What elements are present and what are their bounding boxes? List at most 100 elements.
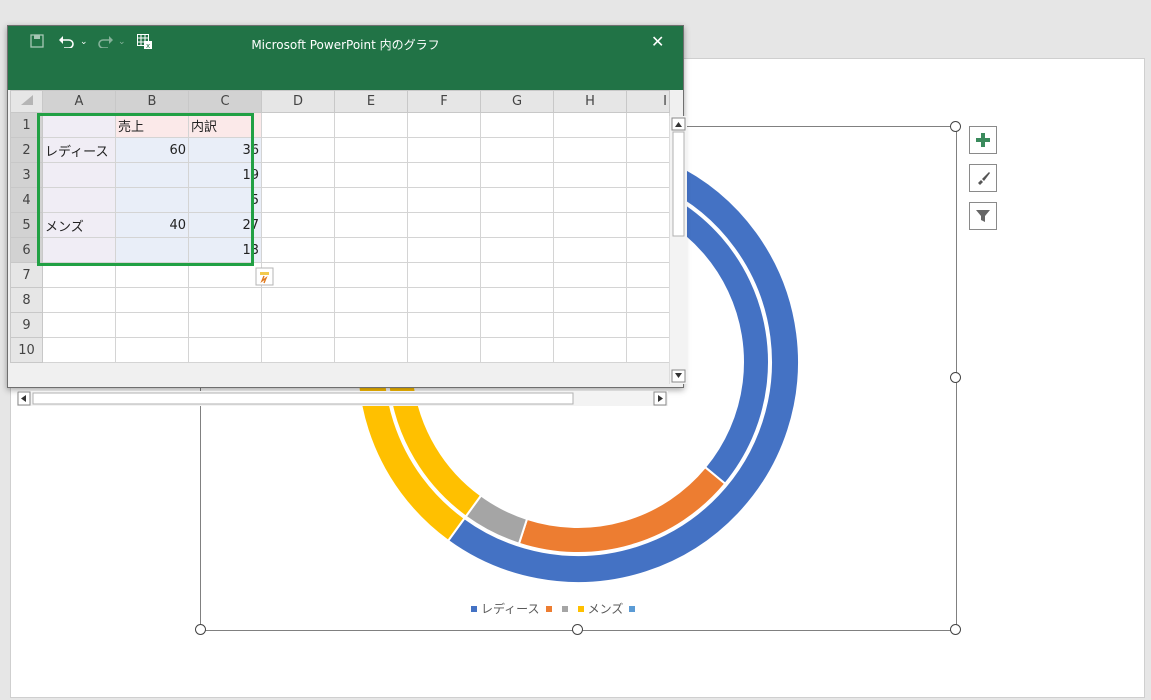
legend-entry[interactable]: レディース: [471, 600, 540, 617]
cell[interactable]: [42, 312, 116, 338]
cell-b6[interactable]: [115, 237, 189, 263]
cell-b3[interactable]: [115, 162, 189, 188]
column-header-h[interactable]: H: [553, 90, 627, 113]
cell[interactable]: [553, 112, 627, 138]
cell[interactable]: [480, 212, 554, 238]
row-header[interactable]: 7: [10, 262, 43, 288]
cell[interactable]: [261, 212, 335, 238]
column-header-a[interactable]: A: [42, 90, 116, 113]
cell[interactable]: [626, 162, 670, 188]
cell[interactable]: [480, 162, 554, 188]
cell[interactable]: [407, 237, 481, 263]
chart-filters-button[interactable]: [969, 202, 997, 230]
cell[interactable]: [334, 212, 408, 238]
row-header[interactable]: 10: [10, 337, 43, 363]
cell-c5[interactable]: 27: [188, 212, 262, 238]
column-header-b[interactable]: B: [115, 90, 189, 113]
cell-a2[interactable]: レディース: [42, 137, 116, 163]
cell[interactable]: [407, 137, 481, 163]
cell[interactable]: [553, 162, 627, 188]
cell[interactable]: [480, 337, 554, 363]
cell[interactable]: [334, 237, 408, 263]
cell-c4[interactable]: 5: [188, 187, 262, 213]
cell-c6[interactable]: 13: [188, 237, 262, 263]
cell[interactable]: [334, 262, 408, 288]
row-header[interactable]: 9: [10, 312, 43, 338]
cell-a4[interactable]: [42, 187, 116, 213]
cell[interactable]: [407, 262, 481, 288]
spreadsheet-grid[interactable]: A B C D E F G H I 1 売上 内訳 2 レディース 60 36 …: [10, 90, 670, 363]
cell-a6[interactable]: [42, 237, 116, 263]
cell[interactable]: [626, 287, 670, 313]
cell[interactable]: [42, 262, 116, 288]
cell[interactable]: [626, 212, 670, 238]
cell[interactable]: [115, 287, 189, 313]
cell[interactable]: [42, 337, 116, 363]
cell[interactable]: [480, 287, 554, 313]
vertical-scrollbar[interactable]: [669, 116, 687, 384]
cell[interactable]: [626, 137, 670, 163]
row-header[interactable]: 2: [10, 137, 43, 163]
cell[interactable]: [407, 287, 481, 313]
row-header[interactable]: 5: [10, 212, 43, 238]
cell[interactable]: [480, 112, 554, 138]
cell-a3[interactable]: [42, 162, 116, 188]
row-header[interactable]: 3: [10, 162, 43, 188]
cell[interactable]: [626, 337, 670, 363]
cell[interactable]: [261, 237, 335, 263]
cell[interactable]: [334, 287, 408, 313]
cell[interactable]: [334, 162, 408, 188]
cell-a5[interactable]: メンズ: [42, 212, 116, 238]
cell-b2[interactable]: 60: [115, 137, 189, 163]
cell[interactable]: [407, 162, 481, 188]
chart-legend[interactable]: レディース メンズ: [471, 600, 639, 617]
resize-handle-right[interactable]: [950, 372, 961, 383]
cell[interactable]: [626, 112, 670, 138]
cell[interactable]: [480, 187, 554, 213]
cell[interactable]: [553, 237, 627, 263]
row-header[interactable]: 4: [10, 187, 43, 213]
cell-b1[interactable]: 売上: [115, 112, 189, 138]
cell[interactable]: [407, 112, 481, 138]
cell[interactable]: [407, 312, 481, 338]
cell[interactable]: [334, 187, 408, 213]
cell[interactable]: [115, 262, 189, 288]
cell-b4[interactable]: [115, 187, 189, 213]
cell[interactable]: [553, 262, 627, 288]
close-icon[interactable]: ✕: [651, 34, 664, 50]
title-bar[interactable]: ⌄ ⌄ x Microsoft PowerPoint 内のグラフ ✕: [8, 26, 683, 90]
cell[interactable]: [188, 337, 262, 363]
cell[interactable]: [188, 262, 262, 288]
cell-a1[interactable]: [42, 112, 116, 138]
chart-data-window[interactable]: ⌄ ⌄ x Microsoft PowerPoint 内のグラフ ✕ A B C…: [7, 25, 687, 406]
cell[interactable]: [553, 137, 627, 163]
quick-analysis-icon[interactable]: [255, 267, 275, 287]
cell[interactable]: [480, 262, 554, 288]
cell[interactable]: [480, 137, 554, 163]
cell-c1[interactable]: 内訳: [188, 112, 262, 138]
resize-handle-bottom[interactable]: [572, 624, 583, 635]
legend-entry[interactable]: [561, 605, 572, 612]
resize-handle-top-right[interactable]: [950, 121, 961, 132]
row-header[interactable]: 8: [10, 287, 43, 313]
cell[interactable]: [261, 287, 335, 313]
column-header-c[interactable]: C: [188, 90, 262, 113]
cell[interactable]: [626, 187, 670, 213]
cell-b5[interactable]: 40: [115, 212, 189, 238]
cell[interactable]: [115, 312, 189, 338]
cell[interactable]: [261, 337, 335, 363]
cell[interactable]: [42, 287, 116, 313]
column-header-g[interactable]: G: [480, 90, 554, 113]
resize-handle-bottom-left[interactable]: [195, 624, 206, 635]
row-header[interactable]: 1: [10, 112, 43, 138]
cell[interactable]: [407, 187, 481, 213]
cell[interactable]: [407, 212, 481, 238]
cell[interactable]: [334, 337, 408, 363]
resize-handle-bottom-right[interactable]: [950, 624, 961, 635]
row-header[interactable]: 6: [10, 237, 43, 263]
cell[interactable]: [261, 162, 335, 188]
cell[interactable]: [261, 112, 335, 138]
cell[interactable]: [553, 337, 627, 363]
cell[interactable]: [480, 312, 554, 338]
cell[interactable]: [188, 312, 262, 338]
